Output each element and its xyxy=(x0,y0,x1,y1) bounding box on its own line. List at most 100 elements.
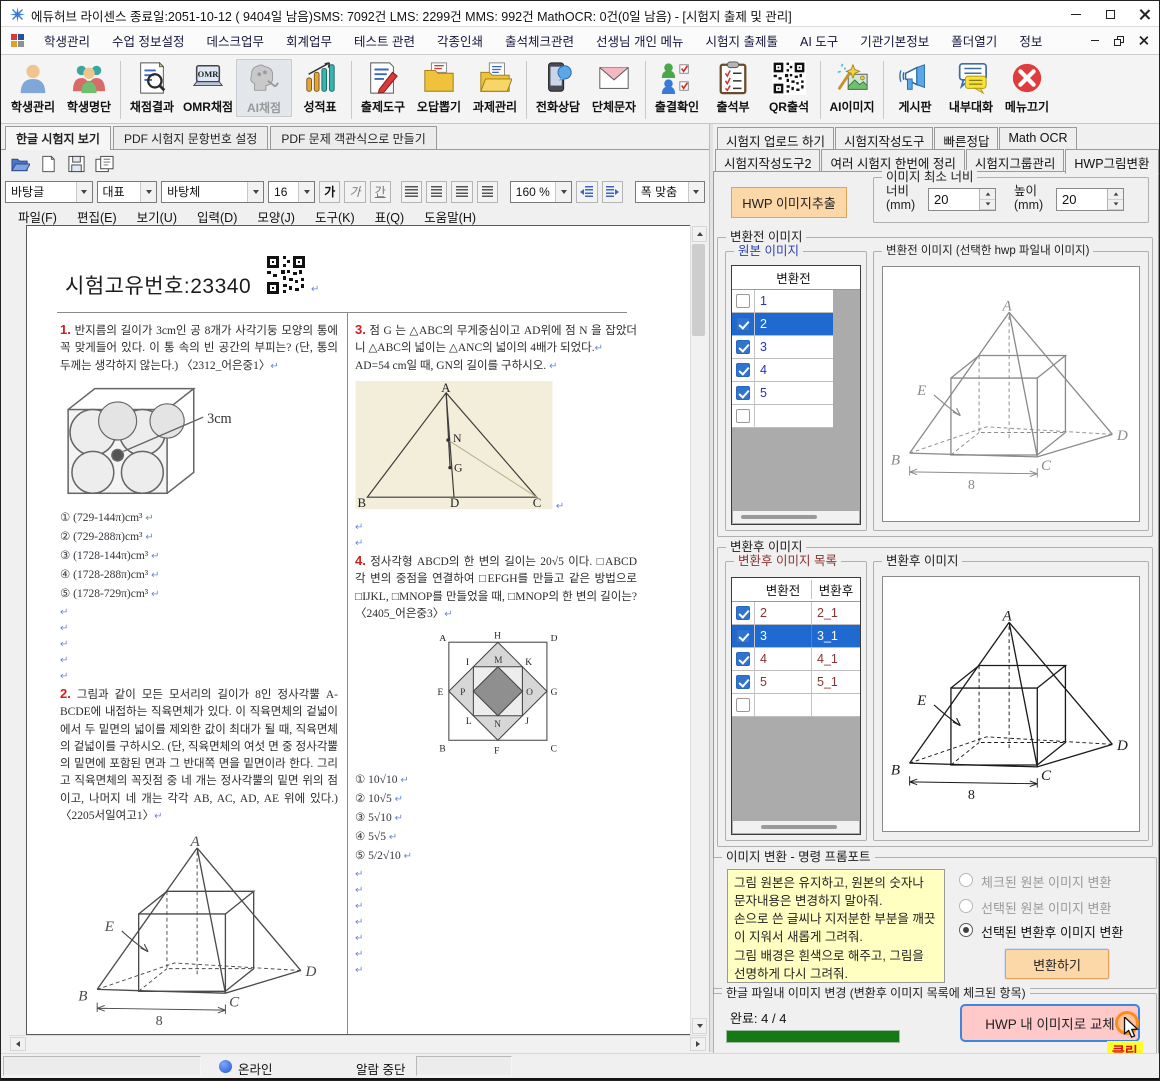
menu-item-students[interactable]: 학생관리 xyxy=(33,31,101,50)
scroll-right-icon[interactable] xyxy=(690,1037,706,1051)
menu-item-open-folder[interactable]: 폴더열기 xyxy=(940,31,1008,50)
bold-button[interactable]: 가 xyxy=(319,181,340,203)
tab-exam-authoring-tool[interactable]: 시험지작성도구 xyxy=(835,127,934,149)
radio-selected-after-convert[interactable] xyxy=(959,923,973,937)
mdi-minimize-button[interactable] xyxy=(1083,31,1107,51)
tab-exam-group-mgmt[interactable]: 시험지그룹관리 xyxy=(966,149,1065,171)
radio-label-selected-source[interactable]: 선택된 원본 이미지 변환 xyxy=(981,898,1111,917)
menu-item-accounting[interactable]: 회계업무 xyxy=(275,31,343,50)
toolbar-score-report[interactable]: 성적표 xyxy=(292,59,348,115)
window-maximize-button[interactable] xyxy=(1093,1,1127,27)
before-table-hscrollbar[interactable] xyxy=(733,511,859,523)
menu-item-printing[interactable]: 각종인쇄 xyxy=(426,31,494,50)
menu-item-tests[interactable]: 테스트 관련 xyxy=(343,31,426,50)
align-justify-button[interactable] xyxy=(401,181,422,203)
toolbar-student-list[interactable]: 학생명단 xyxy=(61,59,117,115)
toolbar-qr-attendance[interactable]: QR출석 xyxy=(761,59,817,115)
toolbar-internal-chat[interactable]: 내부대화 xyxy=(943,59,999,115)
hwp-replace-button[interactable]: HWP 내 이미지로 교체 xyxy=(960,1004,1140,1042)
checkbox[interactable] xyxy=(736,409,750,423)
underline-button[interactable]: 간 xyxy=(370,181,391,203)
checkbox[interactable] xyxy=(736,629,750,643)
paragraph-style-dropdown[interactable]: 바탕글 xyxy=(5,181,93,203)
menu-item-ai-tools[interactable]: AI 도구 xyxy=(789,31,849,50)
toolbar-ai-grading[interactable]: AI채점 xyxy=(236,59,292,117)
tab-exam-upload[interactable]: 시험지 업로드 하기 xyxy=(717,127,834,149)
toolbar-phone-consult[interactable]: 전화상담 xyxy=(530,59,586,115)
tab-math-ocr[interactable]: Math OCR xyxy=(999,127,1076,149)
before-row-4[interactable]: 4 xyxy=(732,359,833,382)
after-row-4[interactable]: 55_1 xyxy=(732,671,860,694)
tab-organize-multiple-exams[interactable]: 여러 시험지 한번에 정리 xyxy=(821,149,964,171)
convert-button[interactable]: 변환하기 xyxy=(1005,949,1109,979)
menu-item-info[interactable]: 정보 xyxy=(1008,31,1053,50)
align-center-button[interactable] xyxy=(451,181,472,203)
tab-pdf-make-multiple-choice[interactable]: PDF 문제 객관식으로 만들기 xyxy=(270,126,436,149)
checkbox[interactable] xyxy=(736,675,750,689)
checkbox[interactable] xyxy=(736,363,750,377)
new-document-icon[interactable] xyxy=(39,155,58,173)
checkbox[interactable] xyxy=(736,606,750,620)
save-icon[interactable] xyxy=(67,155,86,173)
tab-hangul-exam-view[interactable]: 한글 시험지 보기 xyxy=(5,126,111,150)
scroll-up-icon[interactable] xyxy=(692,226,707,242)
mdi-restore-button[interactable] xyxy=(1107,31,1131,51)
before-row-2[interactable]: 2 xyxy=(732,313,833,336)
alarm-stop-box[interactable] xyxy=(416,1056,512,1076)
document-page[interactable]: 시험고유번호:23340 ↵ 1. 반지름의 길이가 3cm인 공 8개가 사각… xyxy=(26,225,690,1035)
toolbar-close-menu[interactable]: 메뉴끄기 xyxy=(999,59,1055,115)
menu-item-class-settings[interactable]: 수업 정보설정 xyxy=(101,31,195,50)
menu-item-attendance[interactable]: 출석체크관련 xyxy=(494,31,585,50)
document-vertical-scrollbar[interactable] xyxy=(690,225,707,1035)
align-right-button[interactable] xyxy=(477,181,498,203)
checkbox[interactable] xyxy=(736,340,750,354)
radio-checked-source-convert[interactable] xyxy=(959,873,973,887)
toolbar-exam-authoring[interactable]: 출제도구 xyxy=(355,59,411,115)
radio-label-selected-after[interactable]: 선택된 변환후 이미지 변환 xyxy=(981,922,1123,941)
mdi-close-button[interactable] xyxy=(1131,31,1155,51)
indent-increase-button[interactable] xyxy=(602,181,623,203)
toolbar-ai-image[interactable]: AI이미지 xyxy=(824,59,880,115)
before-row-5[interactable]: 5 xyxy=(732,382,833,405)
tab-exam-authoring-tool-2[interactable]: 시험지작성도구2 xyxy=(715,149,820,171)
font-family-dropdown[interactable]: 바탕체 xyxy=(161,181,264,203)
checkbox[interactable] xyxy=(736,698,750,712)
toolbar-group-sms[interactable]: 단체문자 xyxy=(586,59,642,115)
checkbox[interactable] xyxy=(736,317,750,331)
before-row-empty[interactable] xyxy=(732,405,833,428)
hwp-image-extract-button[interactable]: HWP 이미지추출 xyxy=(731,187,847,218)
toolbar-attendance-book[interactable]: 출석부 xyxy=(705,59,761,115)
checkbox[interactable] xyxy=(736,294,750,308)
toolbar-board[interactable]: 게시판 xyxy=(887,59,943,115)
after-row-2[interactable]: 33_1 xyxy=(732,625,860,648)
before-row-1[interactable]: 1 xyxy=(732,290,833,313)
height-spinner[interactable]: 20 xyxy=(1056,188,1124,211)
align-left-button[interactable] xyxy=(426,181,447,203)
zoom-dropdown[interactable]: 160 % xyxy=(510,181,573,203)
open-folder-icon[interactable] xyxy=(11,155,30,173)
window-minimize-button[interactable] xyxy=(1059,1,1093,27)
toolbar-attendance-check[interactable]: 출결확인 xyxy=(649,59,705,115)
italic-button[interactable]: 가 xyxy=(344,181,365,203)
prompt-textarea[interactable]: 그림 원본은 유지하고, 원본의 숫자나 문자내용은 변경하지 말아줘. 손으로… xyxy=(727,869,945,983)
document-horizontal-scrollbar[interactable] xyxy=(9,1035,707,1052)
tab-quick-answer[interactable]: 빠른정답 xyxy=(934,127,998,149)
menu-item-exam-tools[interactable]: 시험지 출제툴 xyxy=(695,31,789,50)
toolbar-omr-grading[interactable]: OMR OMR채점 xyxy=(180,59,236,115)
checkbox[interactable] xyxy=(736,652,750,666)
radio-label-checked-source[interactable]: 체크된 원본 이미지 변환 xyxy=(981,872,1111,891)
fit-width-dropdown[interactable]: 폭 맞춤 xyxy=(635,181,705,203)
checkbox[interactable] xyxy=(736,386,750,400)
toolbar-wrong-answers[interactable]: 오답뽑기 xyxy=(411,59,467,115)
save-as-icon[interactable] xyxy=(95,155,114,173)
tab-hwp-image-convert[interactable]: HWP그림변환 xyxy=(1065,149,1158,174)
scrollbar-thumb[interactable] xyxy=(692,244,705,336)
tab-pdf-question-number[interactable]: PDF 시험지 문항번호 설정 xyxy=(113,126,268,149)
after-row-1[interactable]: 22_1 xyxy=(732,602,860,625)
indent-decrease-button[interactable] xyxy=(576,181,597,203)
width-spinner[interactable]: 20 xyxy=(928,188,996,211)
menu-item-desk-work[interactable]: 데스크업무 xyxy=(196,31,276,50)
radio-selected-source-convert[interactable] xyxy=(959,899,973,913)
scroll-left-icon[interactable] xyxy=(10,1037,26,1051)
before-row-3[interactable]: 3 xyxy=(732,336,833,359)
